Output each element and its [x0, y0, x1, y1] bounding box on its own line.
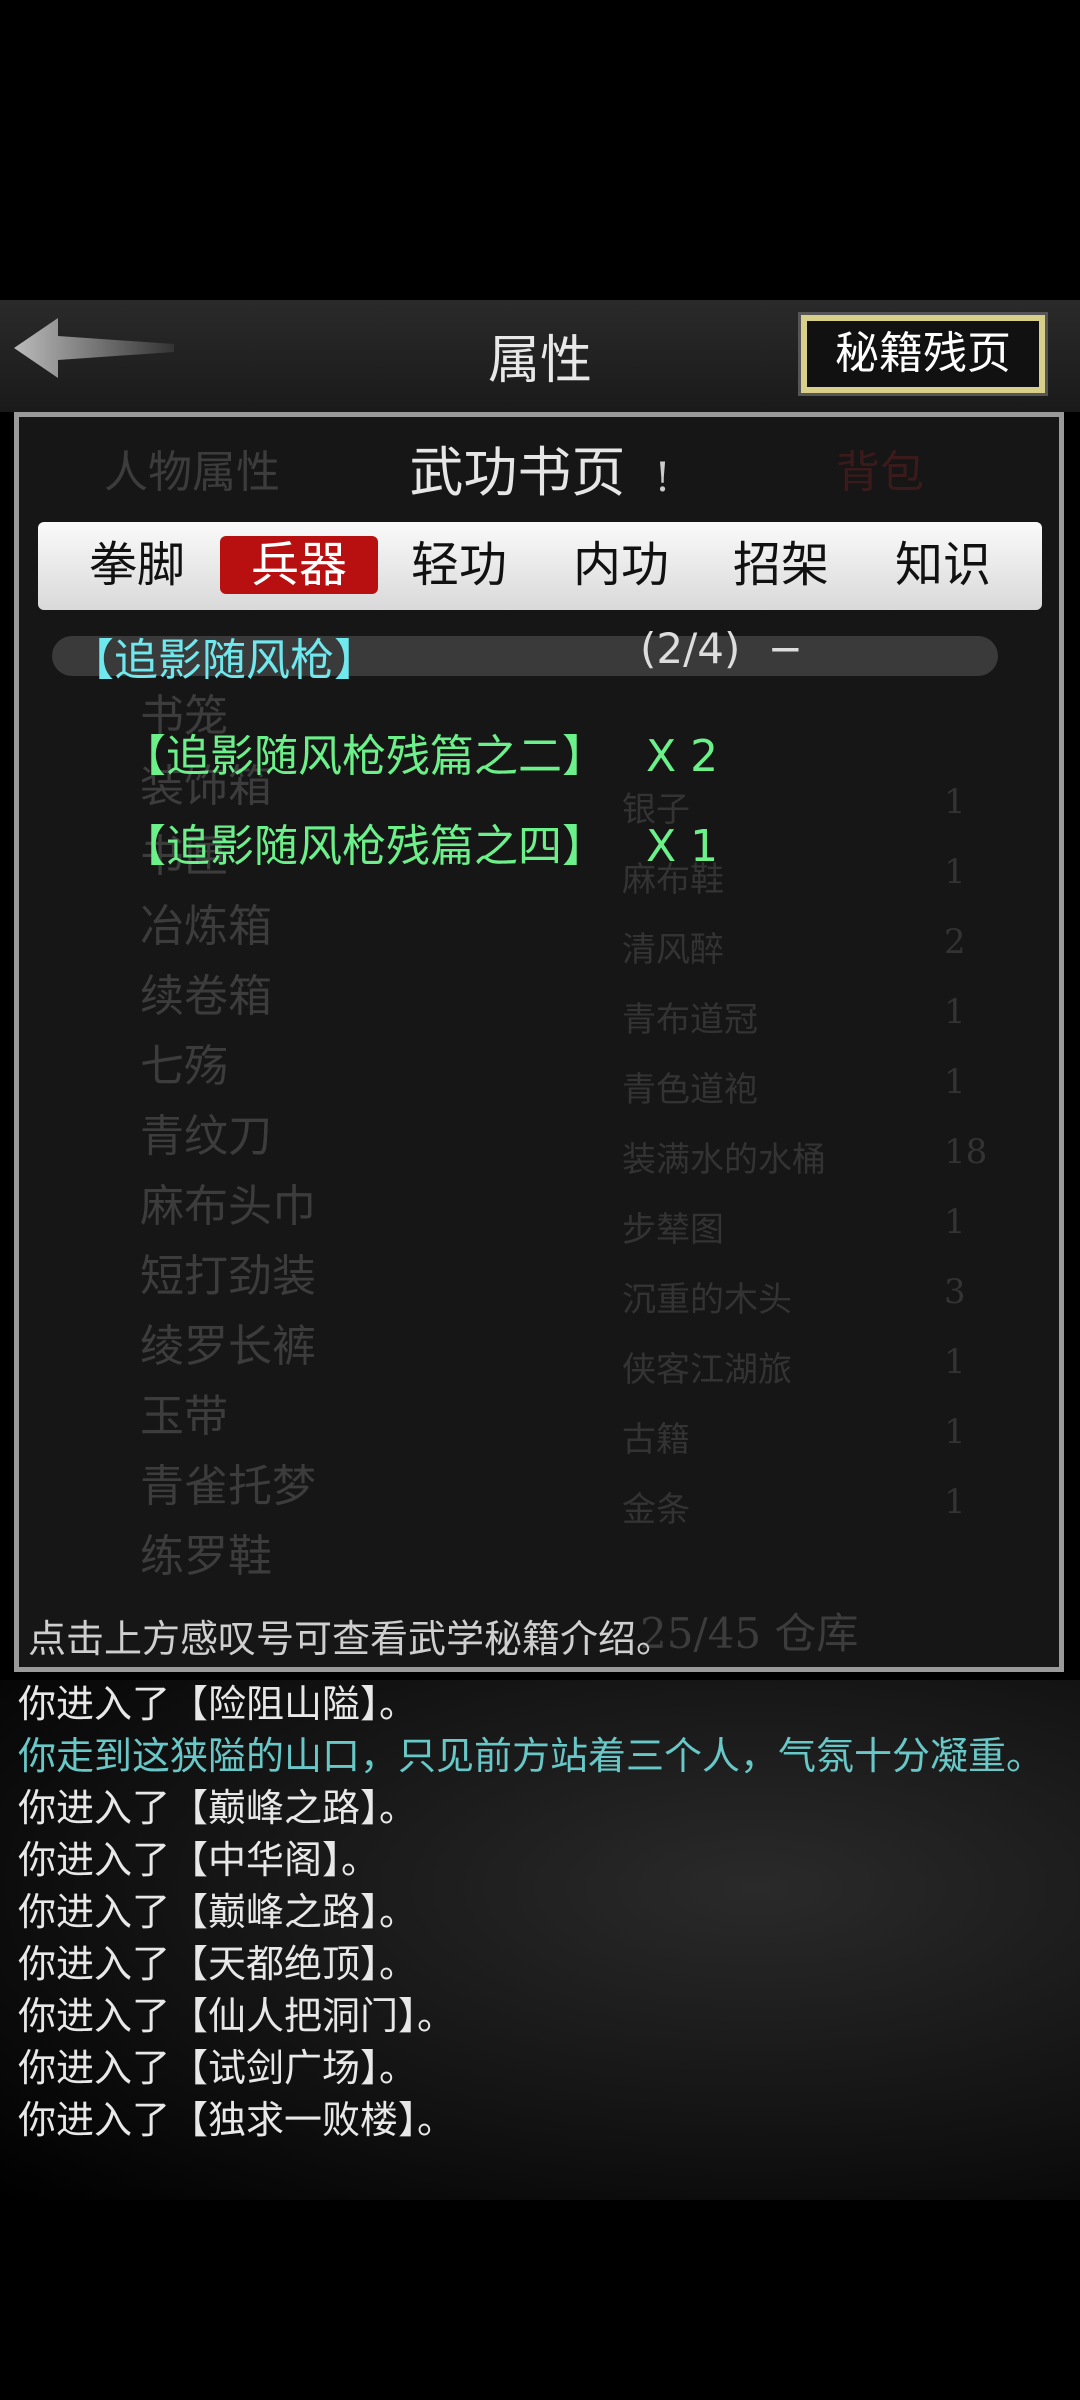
bg-item-qty: 2 — [944, 922, 966, 962]
bg-item-qty: 1 — [944, 1342, 966, 1382]
bg-item-qty: 1 — [944, 1202, 966, 1242]
secret-pages-button[interactable]: 秘籍残页 — [798, 312, 1048, 396]
bg-item-name: 青纹刀 — [140, 1111, 272, 1162]
fragment-name: 【追影随风枪残篇之二】 — [122, 731, 606, 782]
fragment-name: 【追影随风枪残篇之四】 — [122, 821, 606, 872]
log-line: 你进入了【巅峰之路】。 — [18, 1786, 418, 1830]
fragment-qty: X 1 — [646, 821, 719, 872]
bg-item-name: 玉带 — [140, 1391, 228, 1442]
book-name[interactable]: 【追影随风枪】 — [70, 624, 378, 688]
log-line: 你走到这狭隘的山口，只见前方站着三个人，气氛十分凝重。 — [18, 1734, 1045, 1778]
tab-parry[interactable]: 招架 — [702, 536, 860, 594]
bg-item-name: 绫罗长裤 — [140, 1321, 316, 1372]
secret-pages-label: 秘籍残页 — [807, 321, 1039, 387]
log-line: 你进入了【仙人把洞门】。 — [18, 1994, 456, 2038]
info-alert-icon[interactable]: ! — [655, 455, 671, 501]
bg-item-name: 青雀托梦 — [140, 1461, 316, 1512]
bg-item-name: 青布道冠 — [622, 1000, 758, 1040]
tab-knowledge[interactable]: 知识 — [864, 536, 1022, 594]
bg-item-qty: 1 — [944, 782, 966, 822]
message-log: 你进入了【险阻山隘】。你走到这狭隘的山口，只见前方站着三个人，气氛十分凝重。 你进… — [18, 1678, 1062, 2146]
log-line: 你进入了【中华阁】。 — [18, 1838, 380, 1882]
bg-item-name: 金条 — [622, 1490, 690, 1530]
martial-pages-title: 武功书页 — [409, 441, 626, 504]
hint-text: 点击上方感叹号可查看武学秘籍介绍。 — [28, 1617, 675, 1661]
bg-item-name: 短打劲装 — [140, 1251, 316, 1302]
bg-item-qty: 1 — [944, 1482, 966, 1522]
bg-item-name: 清风醉 — [622, 930, 724, 970]
log-line: 你进入了【险阻山隘】。 — [18, 1682, 418, 1726]
log-line: 你进入了【巅峰之路】。 — [18, 1890, 418, 1934]
bg-item-name: 青色道袍 — [622, 1070, 758, 1110]
martial-pages-heading: 武功书页 ! — [0, 428, 1080, 507]
tab-fist[interactable]: 拳脚 — [58, 536, 216, 594]
log-line: 你进入了【独求一败楼】。 — [18, 2098, 456, 2142]
bg-item-name: 古籍 — [622, 1420, 690, 1460]
bg-item-qty: 1 — [944, 1062, 966, 1102]
tab-weapon[interactable]: 兵器 — [220, 536, 378, 594]
category-tabs: 拳脚 兵器 轻功 内功 招架 知识 — [38, 522, 1042, 610]
bg-item-qty: 18 — [944, 1132, 988, 1172]
tab-internal[interactable]: 内功 — [542, 536, 700, 594]
bg-item-name: 装满水的水桶 — [622, 1140, 826, 1180]
collapse-toggle[interactable]: − — [768, 624, 803, 673]
bg-item-name: 练罗鞋 — [140, 1531, 272, 1582]
bg-item-qty: 1 — [944, 852, 966, 892]
bg-item-qty: 1 — [944, 992, 966, 1032]
bg-item-name: 冶炼箱 — [140, 901, 272, 952]
bg-item-name: 侠客江湖旅 — [622, 1350, 792, 1390]
book-count-value: (2/4) — [640, 624, 741, 673]
bg-item-qty: 3 — [944, 1272, 966, 1312]
bg-item-name: 续卷箱 — [140, 971, 272, 1022]
book-count: (2/4) − — [640, 624, 803, 673]
bg-item-name: 步辇图 — [622, 1210, 724, 1250]
log-line: 你进入了【试剑广场】。 — [18, 2046, 418, 2090]
list-item[interactable]: 【追影随风枪残篇之四】 X 1 — [122, 810, 718, 874]
bg-item-name: 七殇 — [140, 1041, 228, 1092]
tab-lightness[interactable]: 轻功 — [380, 536, 538, 594]
list-item[interactable]: 【追影随风枪残篇之二】 X 2 — [122, 720, 718, 784]
bg-item-qty: 1 — [944, 1412, 966, 1452]
log-line: 你进入了【天都绝顶】。 — [18, 1942, 418, 1986]
bg-item-name: 麻布头巾 — [140, 1181, 316, 1232]
fragment-qty: X 2 — [646, 731, 719, 782]
bg-item-name: 沉重的木头 — [622, 1280, 792, 1320]
